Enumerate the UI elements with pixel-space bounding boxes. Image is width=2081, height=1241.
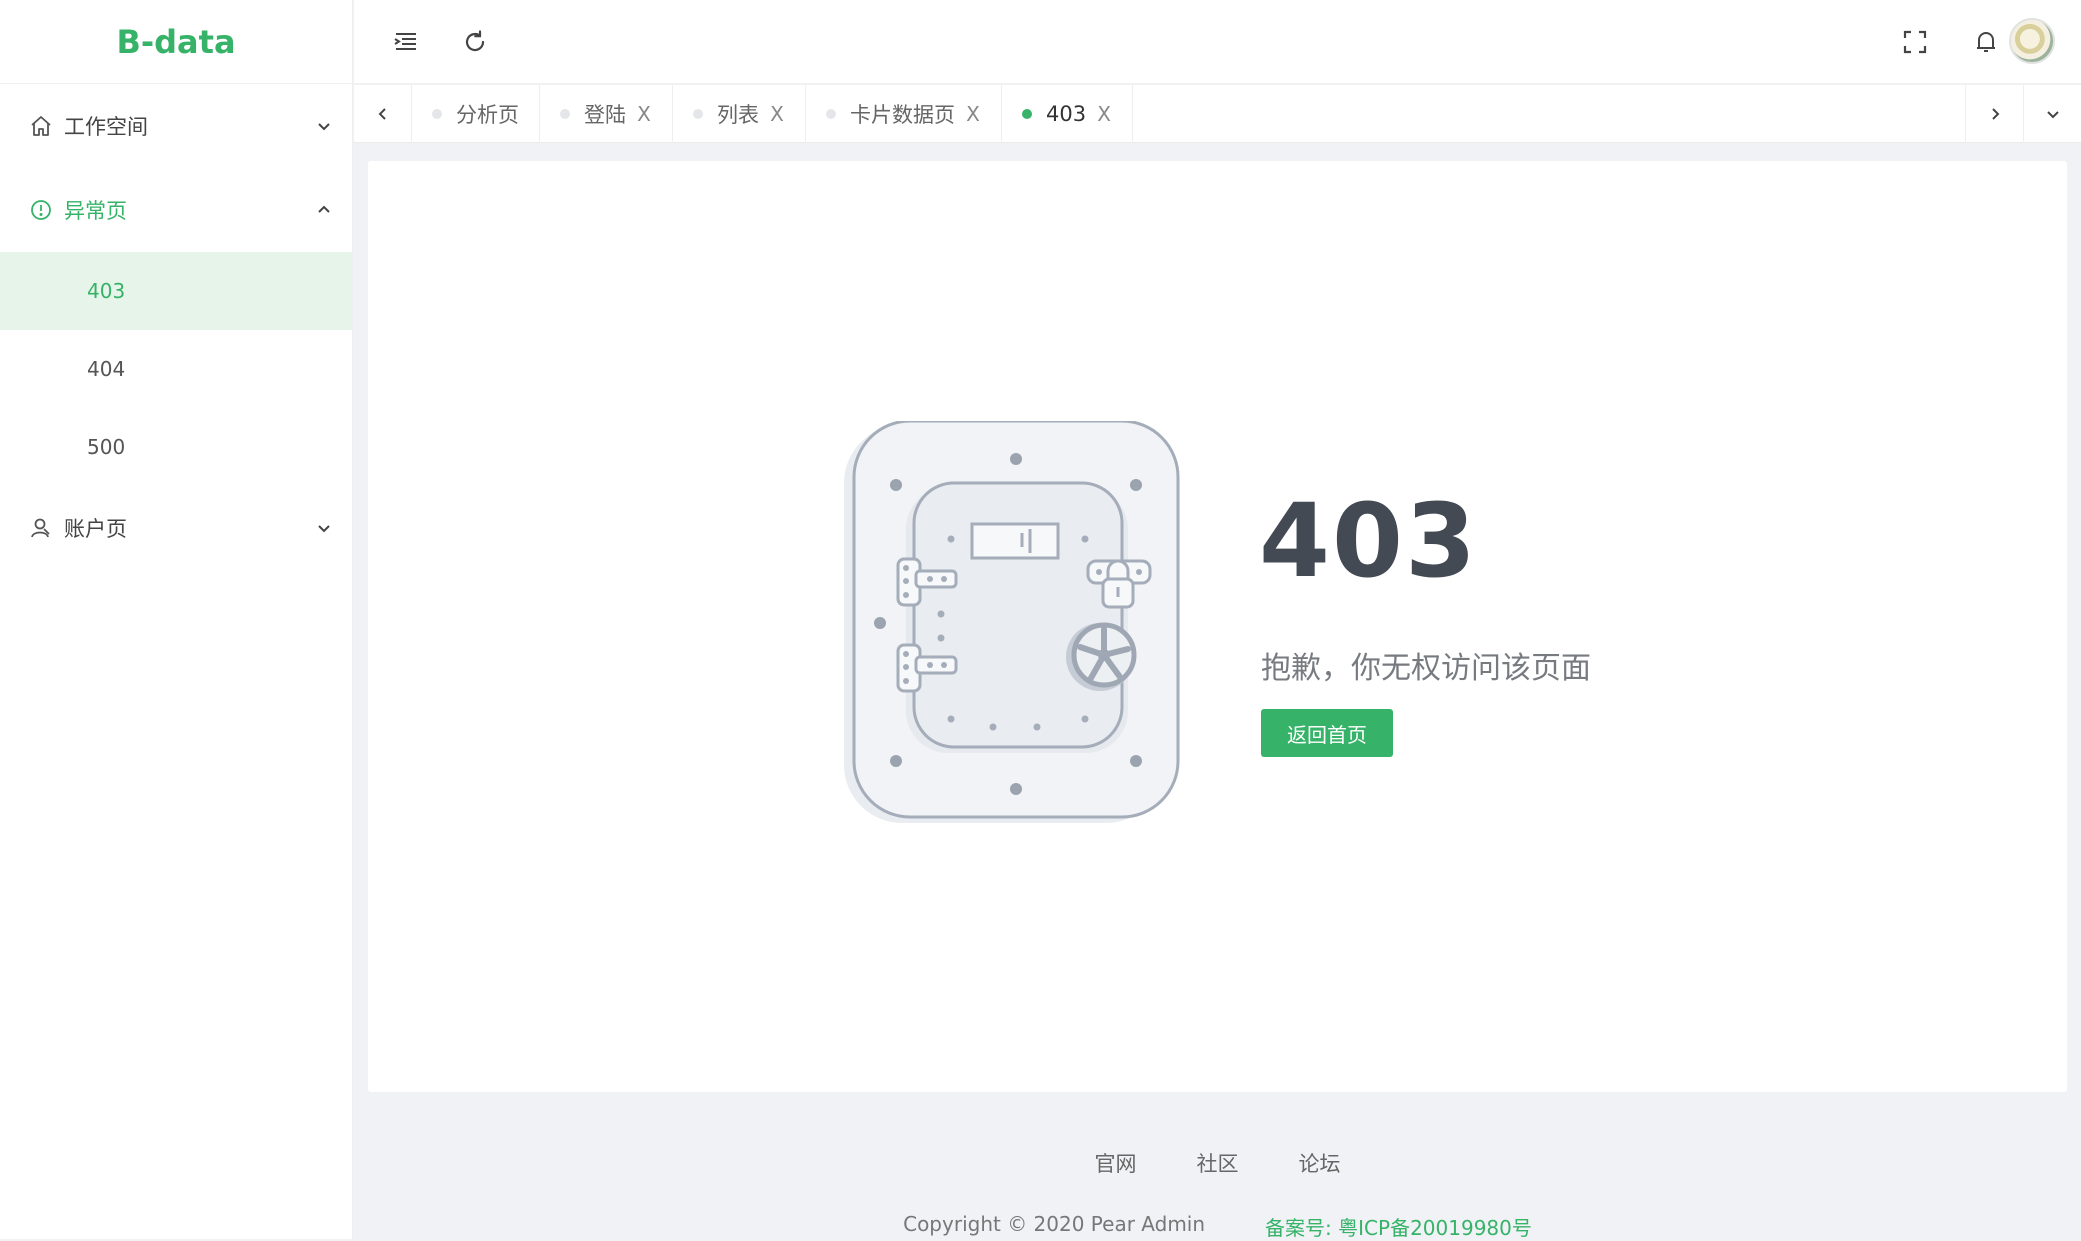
tab-status-dot	[693, 109, 703, 119]
sidebar-group-exception[interactable]: 异常页	[0, 168, 352, 252]
alert-circle-icon	[28, 197, 54, 223]
vault-door-illustration	[844, 421, 1180, 823]
error-code: 403	[1259, 482, 1478, 601]
chevron-down-icon	[2046, 111, 2059, 119]
close-icon[interactable]: X	[965, 102, 981, 126]
sidebar-group-workspace[interactable]: 工作空间	[0, 84, 352, 168]
home-icon	[28, 113, 54, 139]
chevron-down-icon	[312, 516, 336, 540]
tab-status-dot	[826, 109, 836, 119]
tab-status-dot	[1022, 109, 1032, 119]
refresh-icon[interactable]	[455, 22, 495, 62]
tab-scroll-right-button[interactable]	[1965, 85, 2023, 143]
top-header	[354, 0, 2081, 84]
tab-status-dot	[432, 109, 442, 119]
footer-link-community[interactable]: 社区	[1197, 1148, 1239, 1178]
app-logo[interactable]: B-data	[0, 0, 352, 84]
tab-bar: 分析页 登陆 X 列表 X 卡片数据页 X 403 X	[354, 85, 2081, 143]
tab-controls	[1965, 85, 2081, 143]
footer-link-official-site[interactable]: 官网	[1095, 1148, 1137, 1178]
close-icon[interactable]: X	[1096, 102, 1112, 126]
tab-list-page[interactable]: 列表 X	[673, 85, 806, 143]
tab-card-data[interactable]: 卡片数据页 X	[806, 85, 1002, 143]
tab-label: 登陆	[584, 103, 626, 127]
footer-link-forum[interactable]: 论坛	[1299, 1148, 1341, 1178]
tab-login[interactable]: 登陆 X	[540, 85, 673, 143]
icp-link[interactable]: 备案号: 粤ICP备20019980号	[1265, 1212, 1532, 1241]
sidebar-group-account[interactable]: 账户页	[0, 486, 352, 570]
sidebar: B-data 工作空间 异常页 403 404 500 账户页	[0, 0, 353, 1239]
bell-icon[interactable]	[1966, 22, 2006, 62]
copyright-text: Copyright © 2020 Pear Admin	[903, 1212, 1206, 1236]
sidebar-item-403[interactable]: 403	[0, 252, 352, 330]
content-card: 403 抱歉，你无权访问该页面 返回首页	[368, 161, 2067, 1092]
sidebar-item-500[interactable]: 500	[0, 408, 352, 486]
error-message: 抱歉，你无权访问该页面	[1261, 651, 1591, 686]
tab-analysis[interactable]: 分析页	[412, 85, 540, 143]
menu-fold-icon[interactable]	[386, 22, 426, 62]
tab-scroll-left-button[interactable]	[354, 85, 412, 143]
tab-dropdown-button[interactable]	[2023, 85, 2081, 143]
chevron-right-icon	[1991, 108, 1999, 120]
fullscreen-icon[interactable]	[1895, 22, 1935, 62]
tab-label: 403	[1046, 102, 1087, 126]
back-home-button[interactable]: 返回首页	[1261, 709, 1393, 757]
tab-status-dot	[560, 109, 570, 119]
footer-links: 官网 社区 论坛	[354, 1148, 2081, 1178]
chevron-down-icon	[312, 114, 336, 138]
sidebar-group-label: 工作空间	[64, 115, 148, 139]
tab-403[interactable]: 403 X	[1002, 85, 1134, 143]
user-icon	[28, 515, 54, 541]
tab-label: 分析页	[456, 103, 519, 127]
chevron-left-icon	[378, 108, 386, 120]
sidebar-group-label: 异常页	[64, 199, 127, 223]
close-icon[interactable]: X	[636, 102, 652, 126]
close-icon[interactable]: X	[769, 102, 785, 126]
tab-label: 列表	[717, 103, 759, 127]
sidebar-group-label: 账户页	[64, 517, 127, 541]
footer-copyright: Copyright © 2020 Pear Admin 备案号: 粤ICP备20…	[354, 1212, 2081, 1241]
tab-label: 卡片数据页	[850, 103, 955, 127]
chevron-up-icon	[312, 198, 336, 222]
sidebar-item-404[interactable]: 404	[0, 330, 352, 408]
avatar[interactable]	[2009, 18, 2055, 64]
tab-list: 分析页 登陆 X 列表 X 卡片数据页 X 403 X	[412, 85, 1134, 143]
